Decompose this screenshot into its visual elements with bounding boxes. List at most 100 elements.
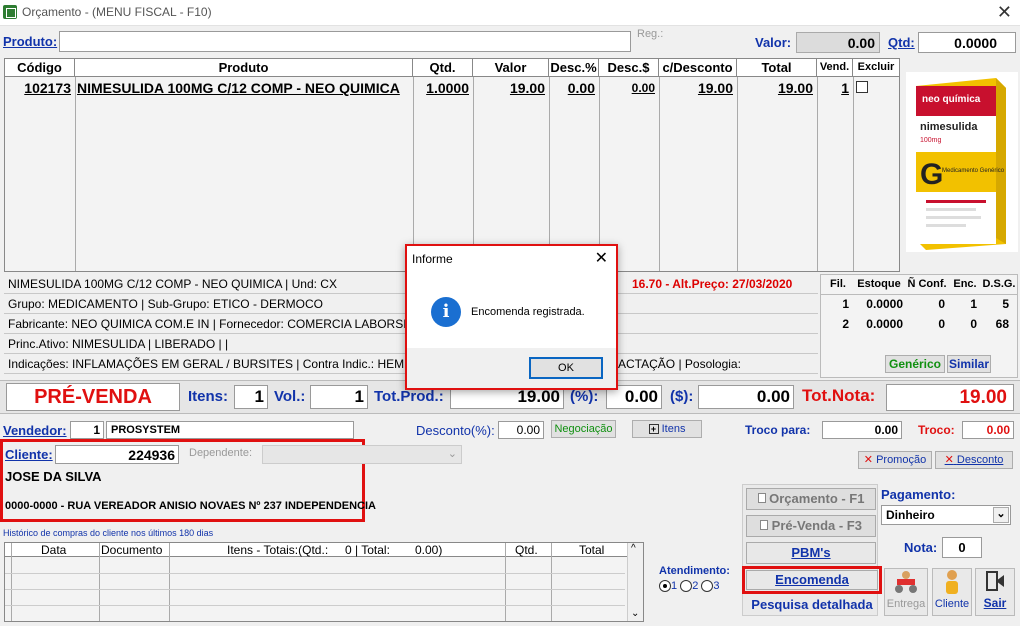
desconto-button[interactable]: ✕ Desconto xyxy=(935,451,1013,469)
vendedor-name: PROSYSTEM xyxy=(106,421,354,439)
encomenda-button[interactable]: Encomenda xyxy=(746,570,878,590)
reg-label: Reg.: xyxy=(637,28,664,40)
delivery-icon xyxy=(895,571,917,593)
cell-total: 19.00 xyxy=(777,80,813,96)
box-dose: 100mg xyxy=(920,137,942,144)
stock-enc: 1 xyxy=(970,297,977,311)
dialog-message: Encomenda registrada. xyxy=(471,306,585,318)
pesquisa-button[interactable]: Pesquisa detalhada xyxy=(746,597,878,617)
client-address: 0000-0000 - RUA VEREADOR ANISIO NOVAES N… xyxy=(5,500,376,512)
col-desc-val: Desc.$ xyxy=(599,59,659,77)
totnota-value: 19.00 xyxy=(886,384,1014,411)
cliente-label: Cliente xyxy=(934,598,970,610)
stock-dsg: 5 xyxy=(1002,297,1009,311)
itens-button[interactable]: + Itens xyxy=(632,420,702,438)
similar-button[interactable]: Similar xyxy=(947,355,991,373)
dialog-title: Informe xyxy=(412,252,453,266)
desconto-btn-label: Desconto xyxy=(956,454,1004,466)
radio-2[interactable] xyxy=(680,580,693,593)
info-line-1: NIMESULIDA 100MG C/12 COMP - NEO QUIMICA… xyxy=(8,277,337,291)
pagamento-select[interactable]: Dinheiro ⌄ xyxy=(881,505,1011,525)
generico-button[interactable]: Genérico xyxy=(885,355,945,373)
hist-col-total-qtd: 0 | Total: xyxy=(345,543,390,557)
ok-button[interactable]: OK xyxy=(529,357,603,379)
sale-mode: PRÉ-VENDA xyxy=(6,383,180,411)
entrega-button[interactable]: Entrega xyxy=(884,568,928,616)
title-bar: Orçamento - (MENU FISCAL - F10) ✕ xyxy=(0,0,1020,26)
dollar-input[interactable]: 0.00 xyxy=(698,385,794,409)
stock-table: Fil. Estoque Ñ Conf. Enc. D.S.G. 1 0.000… xyxy=(820,274,1018,378)
hist-col-qtd: Qtd. xyxy=(515,543,538,557)
nota-input[interactable]: 0 xyxy=(942,537,982,558)
hist-col-itens: Itens - Totais:(Qtd.: xyxy=(227,543,329,557)
qtd-input[interactable]: 0.0000 xyxy=(918,32,1016,53)
dependente-select[interactable]: ⌄ xyxy=(262,445,462,464)
hist-col-documento: Documento xyxy=(101,543,163,557)
vendedor-label: Vendedor: xyxy=(3,423,67,438)
dollar-label: ($): xyxy=(670,388,694,405)
plus-icon: + xyxy=(648,424,659,434)
hist-col-total: Total xyxy=(579,543,605,557)
nota-label: Nota: xyxy=(904,540,938,555)
vol-label: Vol.: xyxy=(274,388,306,405)
desconto-label: Desconto(%): xyxy=(416,423,495,438)
cliente-id-input[interactable]: 224936 xyxy=(55,445,179,464)
orcamento-button[interactable]: Orçamento - F1 xyxy=(746,488,876,510)
pct-label: (%): xyxy=(570,388,599,405)
items-grid: Código Produto Qtd. Valor Desc.% Desc.$ … xyxy=(4,58,900,272)
stock-fil: 2 xyxy=(842,317,849,331)
troco-para-input[interactable]: 0.00 xyxy=(822,421,902,439)
chevron-down-icon[interactable]: ⌄ xyxy=(993,507,1009,523)
dialog-footer: OK xyxy=(407,348,616,388)
valor-label: Valor: xyxy=(755,35,792,50)
document-icon xyxy=(757,493,766,503)
promocao-button[interactable]: ✕ Promoção xyxy=(858,451,932,469)
col-valor: Valor xyxy=(473,59,549,77)
x-icon: ✕ xyxy=(944,454,954,466)
pbms-button[interactable]: PBM's xyxy=(746,542,876,564)
radio-1[interactable] xyxy=(659,580,671,593)
chevron-down-icon: ⌄ xyxy=(447,448,457,460)
desconto-input[interactable]: 0.00 xyxy=(498,421,544,439)
history-scrollbar[interactable]: ^ ⌄ xyxy=(627,543,643,621)
close-icon[interactable]: ✕ xyxy=(595,248,608,268)
totnota-label: Tot.Nota: xyxy=(802,386,876,405)
entrega-label: Entrega xyxy=(886,598,926,610)
vendedor-id-input[interactable]: 1 xyxy=(70,421,104,439)
col-qtd: Qtd. xyxy=(413,59,473,77)
scroll-up-icon[interactable]: ^ xyxy=(631,543,636,554)
radio-2-label: 2 xyxy=(692,580,699,592)
negociacao-button[interactable]: Negociação xyxy=(551,420,616,438)
prevenda-button[interactable]: Pré-Venda - F3 xyxy=(746,515,876,537)
produto-input[interactable] xyxy=(59,31,631,52)
col-produto: Produto xyxy=(75,59,413,77)
totprod-label: Tot.Prod.: xyxy=(374,388,444,405)
box-brand: neo química xyxy=(922,94,981,105)
excluir-checkbox[interactable] xyxy=(856,81,868,93)
qtd-label: Qtd: xyxy=(888,35,915,50)
col-codigo: Código xyxy=(5,59,75,77)
document-icon xyxy=(760,520,769,530)
window-title: Orçamento - (MENU FISCAL - F10) xyxy=(22,5,212,19)
dependente-label: Dependente: xyxy=(189,447,252,459)
scroll-down-icon[interactable]: ⌄ xyxy=(631,608,639,619)
stock-estoque: 0.0000 xyxy=(866,297,903,311)
client-panel: Cliente: 224936 Dependente: ⌄ JOSE DA SI… xyxy=(0,439,462,522)
client-name: JOSE DA SILVA xyxy=(5,469,102,484)
orcamento-label: Orçamento - F1 xyxy=(769,491,865,506)
radio-1-label: 1 xyxy=(671,580,678,592)
stock-col-dsg: D.S.G. xyxy=(982,278,1016,290)
stock-estoque: 0.0000 xyxy=(866,317,903,331)
produto-label: Produto: xyxy=(3,34,58,49)
radio-3[interactable] xyxy=(701,580,714,593)
pagamento-label: Pagamento: xyxy=(881,487,956,502)
cliente-button[interactable]: Cliente xyxy=(932,568,972,616)
sair-button[interactable]: Sair xyxy=(975,568,1015,616)
col-desc-pct: Desc.% xyxy=(549,59,599,77)
sair-label: Sair xyxy=(983,596,1007,610)
close-icon[interactable]: ✕ xyxy=(997,2,1012,23)
x-icon: ✕ xyxy=(863,454,873,466)
cliente-label: Cliente: xyxy=(5,447,53,462)
history-table: Data Documento Itens - Totais:(Qtd.: 0 |… xyxy=(4,542,644,622)
hist-col-total-val: 0.00) xyxy=(415,543,443,557)
